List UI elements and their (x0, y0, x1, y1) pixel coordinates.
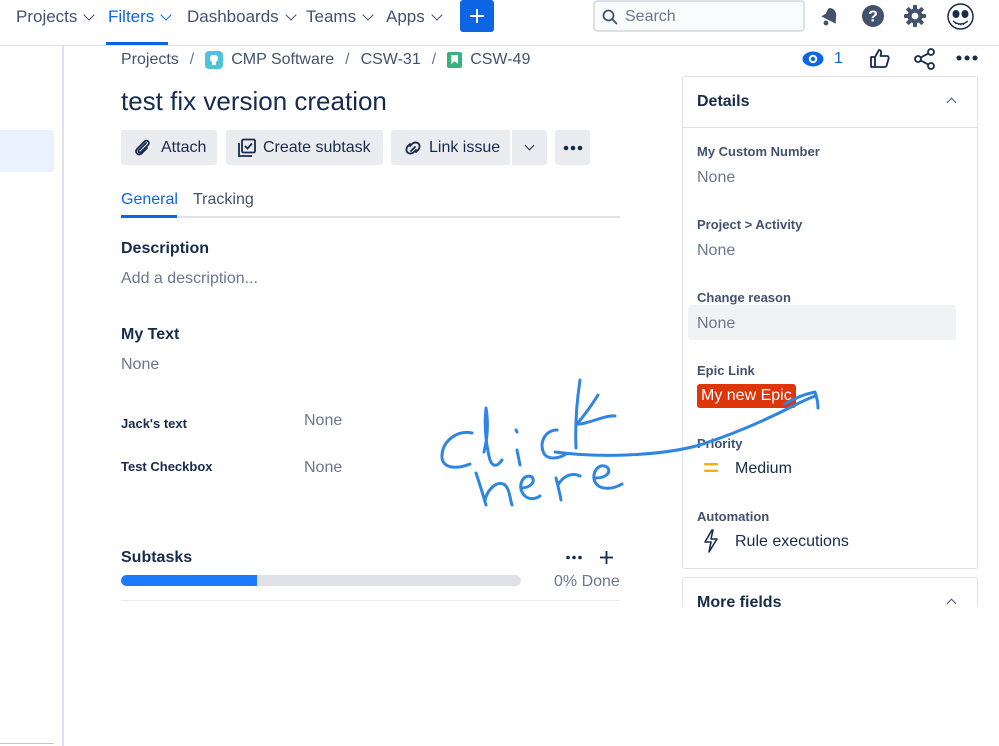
nav-dashboards-label: Dashboards (187, 7, 279, 26)
profile-avatar[interactable] (946, 2, 974, 30)
automation-rule-executions[interactable]: Rule executions (735, 533, 849, 551)
description-heading: Description (121, 240, 210, 257)
link-issue-button[interactable]: Link issue (391, 130, 510, 165)
create-subtask-button[interactable]: Create subtask (226, 130, 383, 165)
issue-title[interactable]: test fix version creation (121, 86, 387, 117)
breadcrumb-project-label: CMP Software (231, 51, 335, 68)
my-text-heading: My Text (121, 326, 180, 343)
tab-tracking[interactable]: Tracking (193, 191, 254, 209)
project-activity-label: Project > Activity (697, 217, 803, 232)
change-reason-value[interactable]: None (697, 315, 735, 333)
nav-filters[interactable]: Filters (108, 0, 172, 34)
breadcrumb: Projects / CMP Software / CSW-31 / CSW-4… (121, 51, 531, 69)
create-subtask-label: Create subtask (263, 138, 371, 156)
story-icon (447, 52, 463, 68)
details-title: Details (697, 93, 750, 110)
chevron-down-icon (362, 8, 374, 21)
subtasks-progress-text: 0% Done (554, 573, 620, 590)
description-field[interactable]: Add a description... (121, 270, 258, 288)
search-box[interactable] (593, 0, 805, 32)
subtasks-heading: Subtasks (121, 549, 193, 566)
epic-link-label: Epic Link (697, 363, 755, 378)
attach-button[interactable]: Attach (121, 130, 217, 165)
search-input[interactable] (625, 6, 795, 28)
share-icon[interactable] (914, 48, 936, 70)
add-subtask-icon[interactable] (599, 550, 614, 565)
sidebar-item-selected[interactable] (0, 130, 54, 172)
top-navigation: Projects Filters Dashboards Teams Apps ? (0, 0, 999, 46)
breadcrumb-parent-issue[interactable]: CSW-31 (361, 51, 421, 69)
nav-teams[interactable]: Teams (306, 0, 374, 34)
eye-icon (802, 51, 824, 67)
search-icon (602, 9, 618, 25)
jacks-text-value[interactable]: None (304, 412, 342, 430)
watch-button[interactable]: 1 (802, 48, 843, 70)
link-issue-dropdown[interactable] (512, 130, 547, 165)
avatar-icon (946, 2, 974, 30)
subtasks-more-icon[interactable] (566, 555, 582, 560)
settings-icon[interactable] (901, 2, 929, 30)
breadcrumb-project[interactable]: CMP Software (205, 51, 334, 69)
change-reason-label: Change reason (697, 290, 791, 305)
left-sidebar (0, 46, 64, 746)
custom-number-label: My Custom Number (697, 144, 820, 159)
paperclip-icon (135, 139, 150, 155)
custom-number-value[interactable]: None (697, 169, 735, 187)
more-fields-panel[interactable]: More fields (682, 577, 978, 607)
link-icon (405, 141, 421, 154)
my-text-value[interactable]: None (121, 356, 159, 374)
more-actions-icon[interactable] (956, 54, 978, 62)
svg-text:?: ? (868, 9, 878, 26)
project-activity-value[interactable]: None (697, 242, 735, 260)
chevron-up-icon (946, 97, 957, 108)
automation-label: Automation (697, 509, 770, 524)
more-button[interactable] (555, 130, 590, 165)
nav-dashboards[interactable]: Dashboards (187, 0, 297, 34)
priority-label: Priority (697, 436, 743, 451)
chevron-up-icon (946, 598, 957, 607)
jacks-text-label: Jack's text (121, 416, 187, 431)
nav-projects-label: Projects (16, 7, 78, 26)
subtasks-progress-bar (121, 575, 521, 586)
subtasks-progress-fill (121, 575, 257, 586)
tab-general[interactable]: General (121, 191, 178, 209)
attach-label: Attach (161, 138, 207, 156)
link-issue-label: Link issue (429, 138, 501, 156)
details-panel: Details My Custom Number None Project > … (682, 76, 978, 569)
chevron-down-icon (524, 140, 535, 151)
nav-teams-label: Teams (306, 7, 357, 26)
epic-link-lozenge[interactable]: My new Epic (697, 384, 796, 408)
chevron-down-icon (431, 8, 443, 21)
test-checkbox-value[interactable]: None (304, 459, 342, 477)
nav-filters-label: Filters (108, 7, 155, 26)
sidebar-divider (0, 743, 54, 744)
chevron-down-icon (83, 8, 96, 21)
breadcrumb-projects[interactable]: Projects (121, 51, 179, 69)
nav-apps[interactable]: Apps (386, 0, 443, 34)
create-button[interactable] (460, 0, 494, 32)
priority-value[interactable]: Medium (735, 460, 792, 478)
help-icon[interactable]: ? (859, 2, 887, 30)
thumbs-up-icon[interactable] (869, 48, 890, 69)
chevron-down-icon (160, 8, 172, 21)
active-nav-indicator (106, 42, 168, 45)
nav-apps-label: Apps (386, 7, 425, 26)
subtask-icon (238, 138, 256, 157)
details-header[interactable]: Details (683, 77, 977, 128)
more-fields-title: More fields (697, 594, 782, 607)
priority-medium-icon (704, 463, 718, 472)
subtasks-divider (121, 600, 620, 601)
project-avatar-icon (205, 51, 224, 69)
watch-count: 1 (834, 50, 843, 67)
notifications-icon[interactable] (815, 2, 843, 30)
issue-tabs: General Tracking (121, 188, 620, 218)
lightning-icon (704, 529, 718, 553)
nav-projects[interactable]: Projects (16, 0, 96, 34)
ellipsis-icon (563, 145, 582, 150)
chevron-down-icon (285, 8, 297, 21)
test-checkbox-label: Test Checkbox (121, 459, 213, 474)
active-tab-indicator (121, 215, 177, 218)
breadcrumb-issue-label: CSW-49 (470, 51, 531, 68)
breadcrumb-issue[interactable]: CSW-49 (447, 51, 530, 69)
